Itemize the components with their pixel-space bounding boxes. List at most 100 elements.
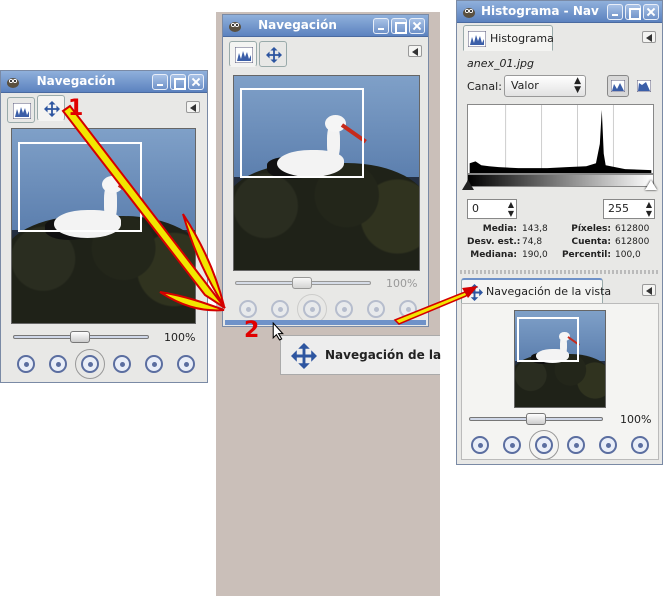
cuenta-label: Cuenta:: [571, 237, 612, 247]
histogram-plot: [469, 105, 652, 173]
drag-tooltip: Navegación de la: [280, 335, 442, 375]
zoom-percent: 100%: [620, 413, 652, 426]
zoom-slider[interactable]: [235, 277, 371, 289]
tab-menu-button[interactable]: [408, 45, 422, 57]
minimize-button[interactable]: [373, 18, 389, 34]
image-filename: anex_01.jpg: [467, 57, 535, 70]
log-histogram-icon: [637, 80, 651, 92]
stats-left: Media: Desv. est.: Mediana:: [467, 223, 521, 262]
desv-value: 74,8: [522, 237, 543, 247]
zoom-out-icon[interactable]: [17, 355, 35, 373]
zoom-slider[interactable]: [13, 331, 149, 343]
zoom-1-1-icon[interactable]: [297, 294, 327, 324]
titlebar[interactable]: Navegación: [1, 71, 207, 93]
value-gradient-bar: [467, 174, 654, 187]
move-arrows-icon: [266, 47, 282, 63]
zoom-out-icon[interactable]: [239, 300, 257, 318]
minimize-button[interactable]: [152, 74, 168, 90]
minimize-button[interactable]: [607, 4, 623, 20]
drag-tooltip-label: Navegación de la: [325, 348, 442, 362]
maximize-button[interactable]: [625, 4, 641, 20]
channel-select[interactable]: Valor ▲ ▼: [504, 75, 586, 97]
gimp-icon: [463, 8, 475, 18]
tab-menu-button[interactable]: [186, 101, 200, 113]
zoom-in-icon[interactable]: [49, 355, 67, 373]
close-button[interactable]: [643, 4, 659, 20]
dock-separator[interactable]: [460, 270, 660, 274]
log-histogram-button[interactable]: [633, 75, 655, 97]
linear-histogram-icon: [611, 80, 625, 92]
close-button[interactable]: [188, 74, 204, 90]
desv-label: Desv. est.:: [467, 237, 521, 247]
tab-navigation[interactable]: [37, 95, 65, 121]
slider-knob[interactable]: [292, 277, 312, 289]
zoom-out-icon[interactable]: [471, 436, 489, 454]
histogram-graph[interactable]: [467, 104, 654, 174]
tab-histogram[interactable]: [229, 41, 257, 67]
zoom-1-1-icon[interactable]: [529, 430, 559, 460]
navigation-dock-window-2: Navegación 100%: [222, 14, 429, 327]
zoom-1-1-icon[interactable]: [75, 349, 105, 379]
channel-value: Valor: [511, 79, 539, 92]
zoom-selection-icon[interactable]: [631, 436, 649, 454]
linear-histogram-button[interactable]: [607, 75, 629, 97]
view-rectangle[interactable]: [517, 317, 579, 362]
slider-knob[interactable]: [70, 331, 90, 343]
stats-left-values: 143,8 74,8 190,0: [522, 223, 548, 262]
percentil-label: Percentil:: [561, 250, 611, 260]
tab-histogram[interactable]: [7, 97, 35, 123]
tab-histogram[interactable]: Histograma: [463, 25, 554, 51]
zoom-selection-icon[interactable]: [399, 300, 417, 318]
histogram-icon: [235, 47, 253, 63]
histogram-icon: [468, 31, 486, 47]
zoom-in-icon[interactable]: [271, 300, 289, 318]
range-high-field[interactable]: 255 ▲ ▼: [603, 199, 655, 219]
mediana-label: Mediana:: [470, 250, 517, 260]
navigation-preview[interactable]: [233, 75, 420, 271]
titlebar[interactable]: Histograma - Nav: [457, 1, 662, 23]
maximize-button[interactable]: [170, 74, 186, 90]
range-low-handle[interactable]: [462, 180, 474, 190]
window-title: Histograma - Nav: [481, 4, 599, 18]
range-low-field[interactable]: 0 ▲ ▼: [467, 199, 517, 219]
zoom-fill-icon[interactable]: [599, 436, 617, 454]
window-title: Navegación: [258, 18, 337, 32]
navigation-preview[interactable]: [514, 310, 606, 408]
zoom-fill-icon[interactable]: [367, 300, 385, 318]
tab-menu-button[interactable]: [642, 31, 656, 43]
cuenta-value: 612800: [615, 237, 650, 247]
zoom-in-icon[interactable]: [503, 436, 521, 454]
close-button[interactable]: [409, 18, 425, 34]
window-title: Navegación: [36, 74, 116, 88]
mouse-pointer-icon: [272, 322, 284, 341]
percentil-value: 100,0: [615, 250, 641, 260]
tab-navigation-label: Navegación de la vista: [486, 285, 612, 298]
spin-arrows-icon[interactable]: ▲ ▼: [508, 200, 514, 218]
dock-collapse-button[interactable]: [642, 284, 656, 296]
view-rectangle[interactable]: [240, 88, 364, 178]
stats-right: Píxeles: Cuenta: Percentil:: [560, 223, 611, 262]
titlebar[interactable]: Navegación: [223, 15, 428, 37]
media-label: Media:: [482, 224, 517, 234]
media-value: 143,8: [522, 224, 548, 234]
tab-navigation-view[interactable]: Navegación de la vista: [461, 278, 611, 304]
spin-arrows-icon[interactable]: ▲ ▼: [646, 200, 652, 218]
zoom-fit-icon[interactable]: [335, 300, 353, 318]
histogram-icon: [13, 103, 31, 119]
navigation-preview[interactable]: [11, 128, 196, 324]
slider-knob[interactable]: [526, 413, 546, 425]
range-high-handle[interactable]: [645, 180, 657, 190]
maximize-button[interactable]: [391, 18, 407, 34]
combo-arrows-icon: ▲ ▼: [574, 76, 581, 95]
zoom-fit-icon[interactable]: [113, 355, 131, 373]
tab-navigation[interactable]: [259, 41, 287, 67]
stats-right-values: 612800 612800 100,0: [615, 223, 649, 262]
tab-histogram-label: Histograma: [490, 32, 554, 45]
view-rectangle[interactable]: [18, 142, 142, 232]
zoom-fit-icon[interactable]: [567, 436, 585, 454]
zoom-percent: 100%: [164, 331, 196, 344]
move-arrows-icon: [291, 343, 317, 369]
zoom-fill-icon[interactable]: [145, 355, 163, 373]
zoom-selection-icon[interactable]: [177, 355, 195, 373]
zoom-slider[interactable]: [469, 413, 603, 425]
